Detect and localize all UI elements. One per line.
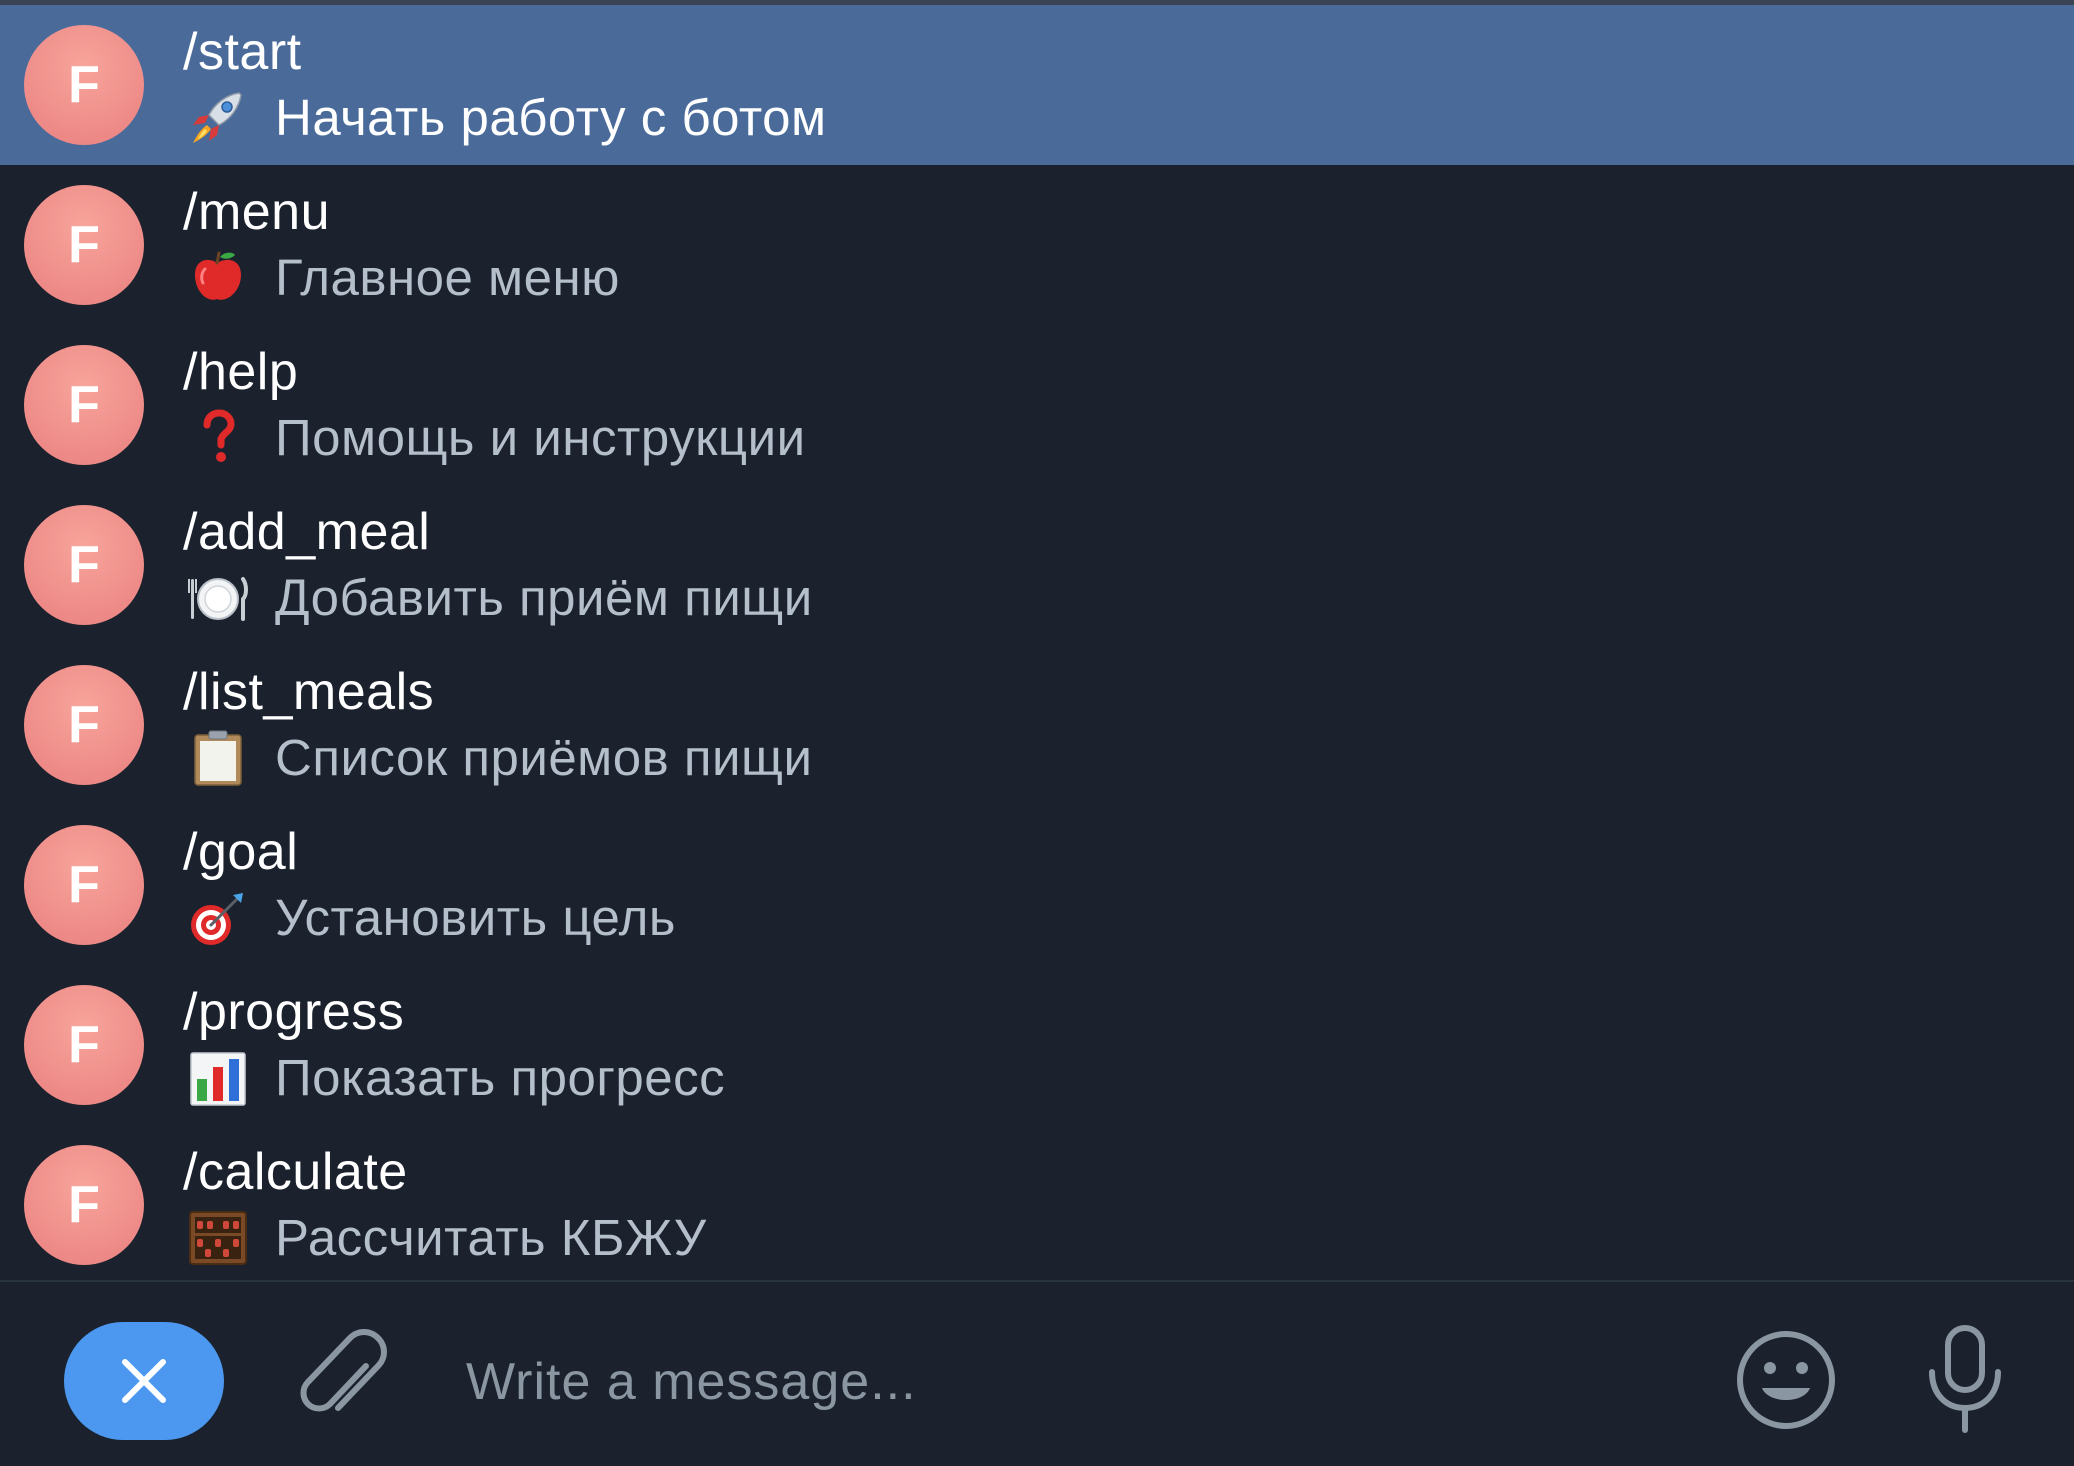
command-item-menu[interactable]: F /menu Главное меню [0,165,2074,325]
command-name: /progress [183,983,405,1041]
command-name: /add_meal [183,503,431,561]
command-item-help[interactable]: F /help Помощь и инструкции [0,325,2074,485]
abacus-icon [183,1205,253,1271]
message-input[interactable] [466,1332,1666,1432]
command-description: Добавить приём пищи [275,569,813,626]
command-name: /start [183,23,302,81]
command-name: /goal [183,823,299,881]
close-icon [122,1359,166,1403]
command-description: Рассчитать КБЖУ [275,1209,707,1266]
bot-avatar: F [24,345,144,465]
attach-button[interactable] [296,1328,392,1438]
microphone-icon [1929,1325,2001,1433]
command-item-start[interactable]: F /start Начать работу с ботом [0,5,2074,165]
close-commands-button[interactable] [64,1322,224,1440]
command-item-add-meal[interactable]: F /add_meal Добавить приём пищи [0,485,2074,645]
target-dart-icon [183,885,253,951]
command-description: Главное меню [275,249,620,306]
command-name: /list_meals [183,663,435,721]
bot-avatar: F [24,985,144,1105]
command-item-goal[interactable]: F /goal Установить цель [0,805,2074,965]
command-description: Начать работу с ботом [275,89,827,146]
smiley-icon [1737,1331,1835,1429]
command-description: Показать прогресс [275,1049,726,1106]
command-name: /calculate [183,1143,408,1201]
voice-record-button[interactable] [1920,1322,2010,1438]
command-item-progress[interactable]: F /progress Показать прогресс [0,965,2074,1125]
bot-avatar: F [24,185,144,305]
command-suggestion-list: F /start Начать работу с ботом F /menu Г… [0,5,2074,1285]
command-description: Установить цель [275,889,676,946]
command-description: Список приёмов пищи [275,729,813,786]
bot-avatar: F [24,505,144,625]
message-composer [0,1282,2074,1466]
bot-avatar: F [24,665,144,785]
emoji-button[interactable] [1734,1328,1838,1432]
question-mark-icon [183,405,253,471]
bot-avatar: F [24,25,144,145]
apple-icon [183,245,253,311]
bar-chart-icon [183,1045,253,1111]
paperclip-icon [300,1329,387,1412]
command-item-list-meals[interactable]: F /list_meals Список приёмов пищи [0,645,2074,805]
bot-avatar: F [24,825,144,945]
command-item-calculate[interactable]: F /calculate Рассчитать КБЖУ [0,1125,2074,1285]
command-name: /help [183,343,299,401]
bot-avatar: F [24,1145,144,1265]
plate-cutlery-icon [183,565,253,631]
clipboard-icon [183,725,253,791]
command-description: Помощь и инструкции [275,409,806,466]
command-name: /menu [183,183,331,241]
rocket-icon [183,85,253,151]
